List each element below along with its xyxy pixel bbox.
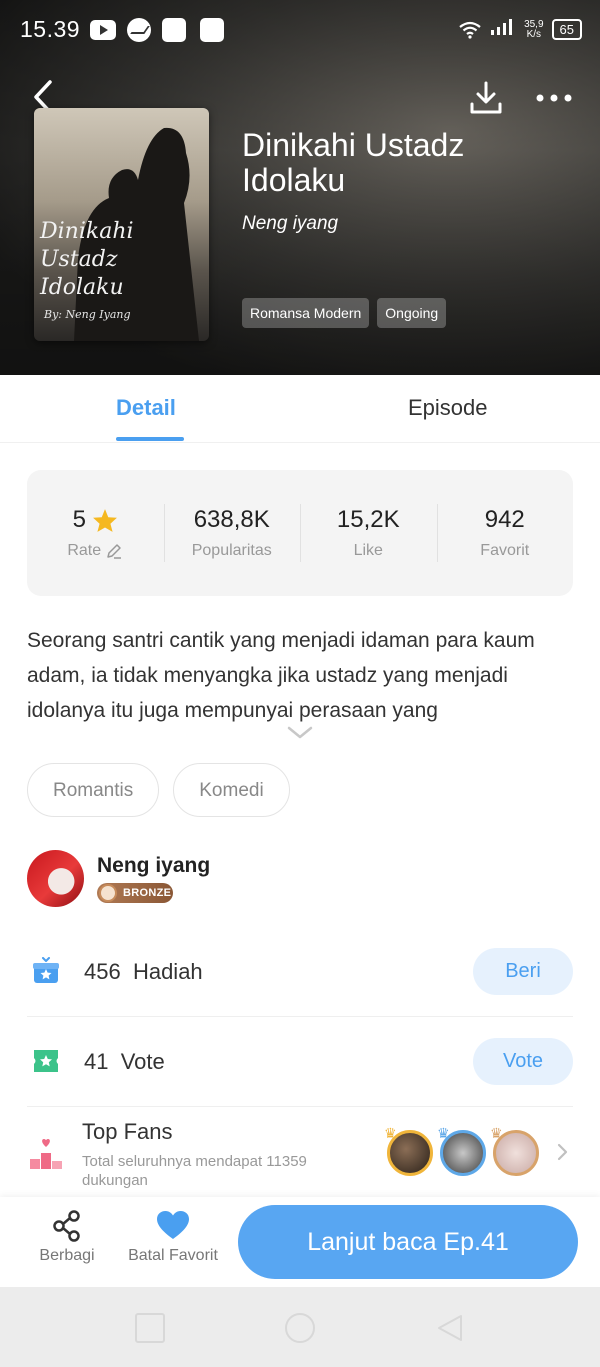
level-badge: BRONZE [97, 883, 173, 903]
gift-summary: 456 Hadiah [84, 959, 203, 985]
top-fans-row[interactable]: Top Fans Total seluruhnya mendapat 11359… [27, 1107, 573, 1197]
genre-tags: Romansa Modern Ongoing [242, 298, 447, 328]
like-value: 15,2K [336, 506, 400, 533]
stats-card: 5 Rate 638,8K Popularitas 15,2K Like 942… [27, 470, 573, 596]
chevron-down-icon[interactable] [287, 726, 313, 740]
edit-icon [107, 544, 122, 559]
rate-value-wrap: 5 [73, 506, 118, 534]
top-fan-avatar[interactable]: ♛ [437, 1125, 486, 1176]
status-right: 35,9 K/s 65 [458, 18, 582, 41]
share-label: Berbagi [39, 1247, 95, 1264]
net-speed: 35,9 K/s [524, 19, 543, 40]
messenger-icon [127, 18, 151, 42]
vote-label: Vote [120, 1049, 165, 1074]
stat-like: 15,2K Like [300, 470, 437, 596]
heart-icon [157, 1211, 189, 1239]
favorite-label: Batal Favorit [128, 1247, 218, 1264]
vote-count: 41 [84, 1049, 109, 1074]
book-cover: Dinikahi Ustadz Idolaku By: Neng Iyang [34, 108, 209, 341]
signal-icon [490, 18, 516, 41]
app-notification-icon [200, 18, 224, 42]
battery-indicator: 65 [551, 19, 582, 40]
share-icon [53, 1210, 80, 1242]
status-time: 15.39 [20, 16, 81, 42]
active-tab-indicator [116, 437, 184, 441]
system-navigation-bar [0, 1287, 600, 1367]
star-icon [93, 508, 117, 532]
gift-row: 456 Hadiah Beri [27, 927, 573, 1017]
synopsis-text: Seorang santri cantik yang menjadi idama… [27, 629, 535, 722]
popularity-label: Popularitas [191, 542, 272, 559]
keyword-tags: Romantis Komedi [27, 763, 290, 817]
top-fan-avatar[interactable]: ♛ [384, 1125, 433, 1176]
youtube-icon [90, 20, 116, 40]
rate-label: Rate [67, 542, 102, 559]
keyword-tag-romantis[interactable]: Romantis [27, 763, 160, 817]
author-card[interactable]: Neng iyang BRONZE [27, 850, 573, 908]
badge-label: BRONZE [123, 887, 172, 899]
wifi-icon [458, 20, 482, 40]
tab-episode[interactable]: Episode [408, 395, 488, 421]
vote-row: 41 Vote Vote [27, 1017, 573, 1107]
favorite-value: 942 [484, 506, 525, 533]
podium-icon [30, 1138, 62, 1169]
give-gift-button[interactable]: Beri [473, 948, 573, 995]
unfavorite-button[interactable]: Batal Favorit [125, 1209, 221, 1265]
crown-icon: ♛ [490, 1125, 503, 1141]
vote-button[interactable]: Vote [473, 1038, 573, 1085]
author-avatar[interactable] [27, 850, 84, 907]
chevron-right-icon[interactable] [557, 1143, 569, 1161]
stat-rate[interactable]: 5 Rate [27, 470, 164, 596]
top-fan-avatar[interactable]: ♛ [490, 1125, 539, 1176]
book-title: Dinikahi Ustadz Idolaku [242, 127, 465, 198]
bottom-action-bar: Berbagi Batal Favorit Lanjut baca Ep.41 [0, 1197, 600, 1287]
system-back-icon[interactable] [435, 1313, 465, 1343]
stat-favorite: 942 Favorit [436, 470, 574, 596]
app-notification-icon [162, 18, 186, 42]
crown-icon: ♛ [384, 1125, 397, 1141]
book-author[interactable]: Neng iyang [242, 213, 338, 235]
share-button[interactable]: Berbagi [35, 1209, 99, 1265]
bronze-medal-icon [99, 884, 117, 902]
home-icon[interactable] [285, 1313, 315, 1343]
recent-apps-icon[interactable] [135, 1313, 165, 1343]
continue-reading-button[interactable]: Lanjut baca Ep.41 [238, 1205, 578, 1279]
net-speed-unit: K/s [526, 28, 542, 40]
download-icon[interactable] [468, 80, 504, 116]
tab-bar: Detail Episode [0, 375, 600, 443]
top-fans-title: Top Fans [82, 1119, 173, 1144]
cover-author: By: Neng Iyang [44, 308, 131, 321]
genre-tag[interactable]: Romansa Modern [242, 298, 370, 328]
popularity-value: 638,8K [193, 506, 270, 533]
book-header: 15.39 35,9 K/s 65 Dinikahi Ustadz Idolak… [0, 0, 600, 375]
gift-label: Hadiah [132, 959, 203, 984]
rate-label-wrap: Rate [67, 542, 123, 560]
like-label: Like [353, 542, 383, 559]
cover-title: Dinikahi Ustadz Idolaku [40, 219, 134, 300]
vote-summary: 41 Vote [84, 1049, 165, 1075]
top-fans-subtitle: Total seluruhnya mendapat 11359 dukungan [82, 1153, 307, 1189]
more-options-icon[interactable] [534, 88, 574, 108]
rate-value: 5 [72, 506, 86, 533]
vote-ticket-icon [34, 1050, 58, 1072]
keyword-tag-komedi[interactable]: Komedi [173, 763, 290, 817]
favorite-label: Favorit [480, 542, 530, 559]
author-name[interactable]: Neng iyang [97, 854, 210, 878]
crown-icon: ♛ [437, 1125, 450, 1141]
status-tag: Ongoing [377, 298, 447, 328]
gift-count: 456 [84, 959, 121, 984]
status-bar: 15.39 35,9 K/s 65 [0, 0, 600, 60]
tab-detail[interactable]: Detail [116, 395, 176, 421]
stat-popularity: 638,8K Popularitas [163, 470, 301, 596]
gift-icon [33, 957, 59, 983]
